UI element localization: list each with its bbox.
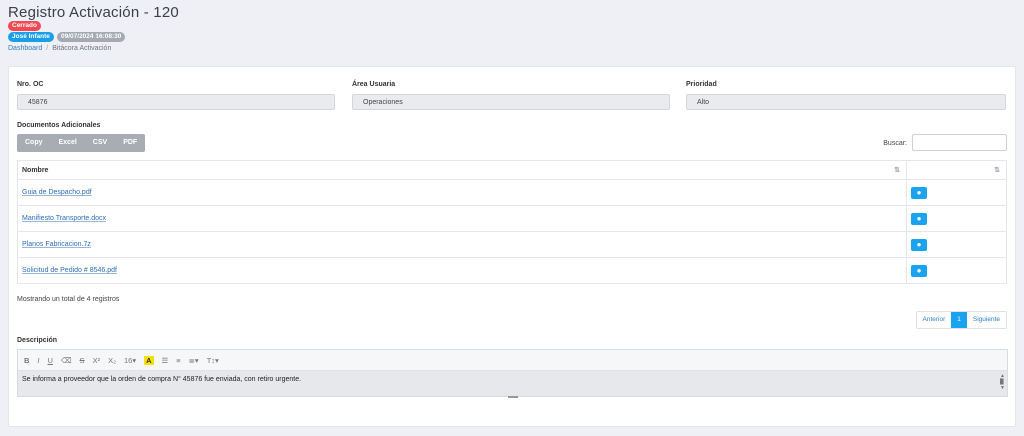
description-label: Descripción xyxy=(17,337,58,344)
area-label: Área Usuaria xyxy=(352,81,396,88)
breadcrumb-dashboard-link[interactable]: Dashboard xyxy=(8,45,42,52)
column-header-actions[interactable]: ⇅ xyxy=(906,160,1007,180)
description-text: Se informa a proveedor que la orden de c… xyxy=(22,376,302,383)
subscript-icon[interactable]: X₂ xyxy=(108,356,116,365)
align-icon[interactable]: ≣▾ xyxy=(189,356,199,365)
prioridad-label: Prioridad xyxy=(686,81,717,88)
area-field[interactable]: Operaciones xyxy=(352,94,670,110)
resize-handle[interactable] xyxy=(508,396,518,398)
export-button-group: Copy Excel CSV PDF xyxy=(17,134,146,152)
editor-toolbar: B I U ⌫ S X² X₂ 16▾ A ☰ ≡ ≣▾ T↕▾ xyxy=(18,350,1007,371)
line-height-icon[interactable]: T↕▾ xyxy=(207,356,219,365)
eye-icon[interactable]: ● xyxy=(911,212,927,225)
sort-icon[interactable]: ⇅ xyxy=(894,166,900,174)
next-page-button[interactable]: Siguiente xyxy=(967,312,1006,328)
csv-button[interactable]: CSV xyxy=(85,134,115,152)
eye-icon[interactable]: ● xyxy=(911,186,927,199)
oc-field[interactable]: 45876 xyxy=(17,94,335,110)
breadcrumb-current: Bitácora Activación xyxy=(52,45,112,52)
table-row: Planos Fabricacion.7z ● xyxy=(17,231,1007,258)
pdf-button[interactable]: PDF xyxy=(115,134,145,152)
documents-table: Nombre ⇅ ⇅ Guia de Despacho.pdf ● Manifie… xyxy=(17,160,1007,284)
font-size-icon[interactable]: 16▾ xyxy=(124,356,136,365)
sort-icon[interactable]: ⇅ xyxy=(994,166,1000,174)
documents-label: Documentos Adicionales xyxy=(17,122,101,129)
table-row: Guia de Despacho.pdf ● xyxy=(17,179,1007,206)
breadcrumb: Dashboard / Bitácora Activación xyxy=(8,45,111,52)
pagination: Anterior 1 Siguiente xyxy=(915,311,1007,329)
main-card: Nro. OC 45876 Área Usuaria Operaciones P… xyxy=(8,66,1016,427)
page-title: Registro Activación - 120 xyxy=(8,4,179,21)
oc-label: Nro. OC xyxy=(17,81,44,88)
italic-icon[interactable]: I xyxy=(37,356,39,365)
table-row: Manifiesto Transporte.docx ● xyxy=(17,205,1007,232)
document-link[interactable]: Manifiesto Transporte.docx xyxy=(17,205,907,232)
search-input[interactable] xyxy=(912,134,1007,151)
user-badge: José Infante xyxy=(8,32,54,42)
page-1-button[interactable]: 1 xyxy=(951,312,967,328)
ordered-list-icon[interactable]: ≡ xyxy=(176,356,180,365)
eye-icon[interactable]: ● xyxy=(911,264,927,277)
excel-button[interactable]: Excel xyxy=(51,134,85,152)
breadcrumb-separator: / xyxy=(46,45,49,52)
editor-body[interactable]: Se informa a proveedor que la orden de c… xyxy=(18,371,1007,396)
eye-icon[interactable]: ● xyxy=(911,238,927,251)
table-header-row: Nombre ⇅ ⇅ xyxy=(17,160,1007,180)
document-link[interactable]: Guia de Despacho.pdf xyxy=(17,179,907,206)
rich-text-editor: B I U ⌫ S X² X₂ 16▾ A ☰ ≡ ≣▾ T↕▾ Se info… xyxy=(17,349,1008,398)
search-label: Buscar: xyxy=(883,140,907,147)
prioridad-field[interactable]: Alto xyxy=(686,94,1006,110)
bold-icon[interactable]: B xyxy=(24,356,29,365)
eraser-icon[interactable]: ⌫ xyxy=(61,356,72,365)
superscript-icon[interactable]: X² xyxy=(93,356,101,365)
table-row: Solicitud de Pedido # 8546.pdf ● xyxy=(17,257,1007,284)
scrollbar[interactable]: ▲ █ ▼ xyxy=(1000,373,1005,391)
date-badge: 09/07/2024 16:08:30 xyxy=(57,32,126,42)
column-header-label: Nombre xyxy=(22,166,49,174)
column-header-nombre[interactable]: Nombre ⇅ xyxy=(17,160,907,180)
prev-page-button[interactable]: Anterior xyxy=(917,312,952,328)
status-badge: Cerrado xyxy=(8,21,41,31)
underline-icon[interactable]: U xyxy=(48,356,53,365)
copy-button[interactable]: Copy xyxy=(17,134,51,152)
document-link[interactable]: Planos Fabricacion.7z xyxy=(17,231,907,258)
strikethrough-icon[interactable]: S xyxy=(80,356,85,365)
document-link[interactable]: Solicitud de Pedido # 8546.pdf xyxy=(17,257,907,284)
unordered-list-icon[interactable]: ☰ xyxy=(162,356,169,365)
highlight-color-icon[interactable]: A xyxy=(144,355,154,365)
table-info: Mostrando un total de 4 registros xyxy=(17,296,120,303)
